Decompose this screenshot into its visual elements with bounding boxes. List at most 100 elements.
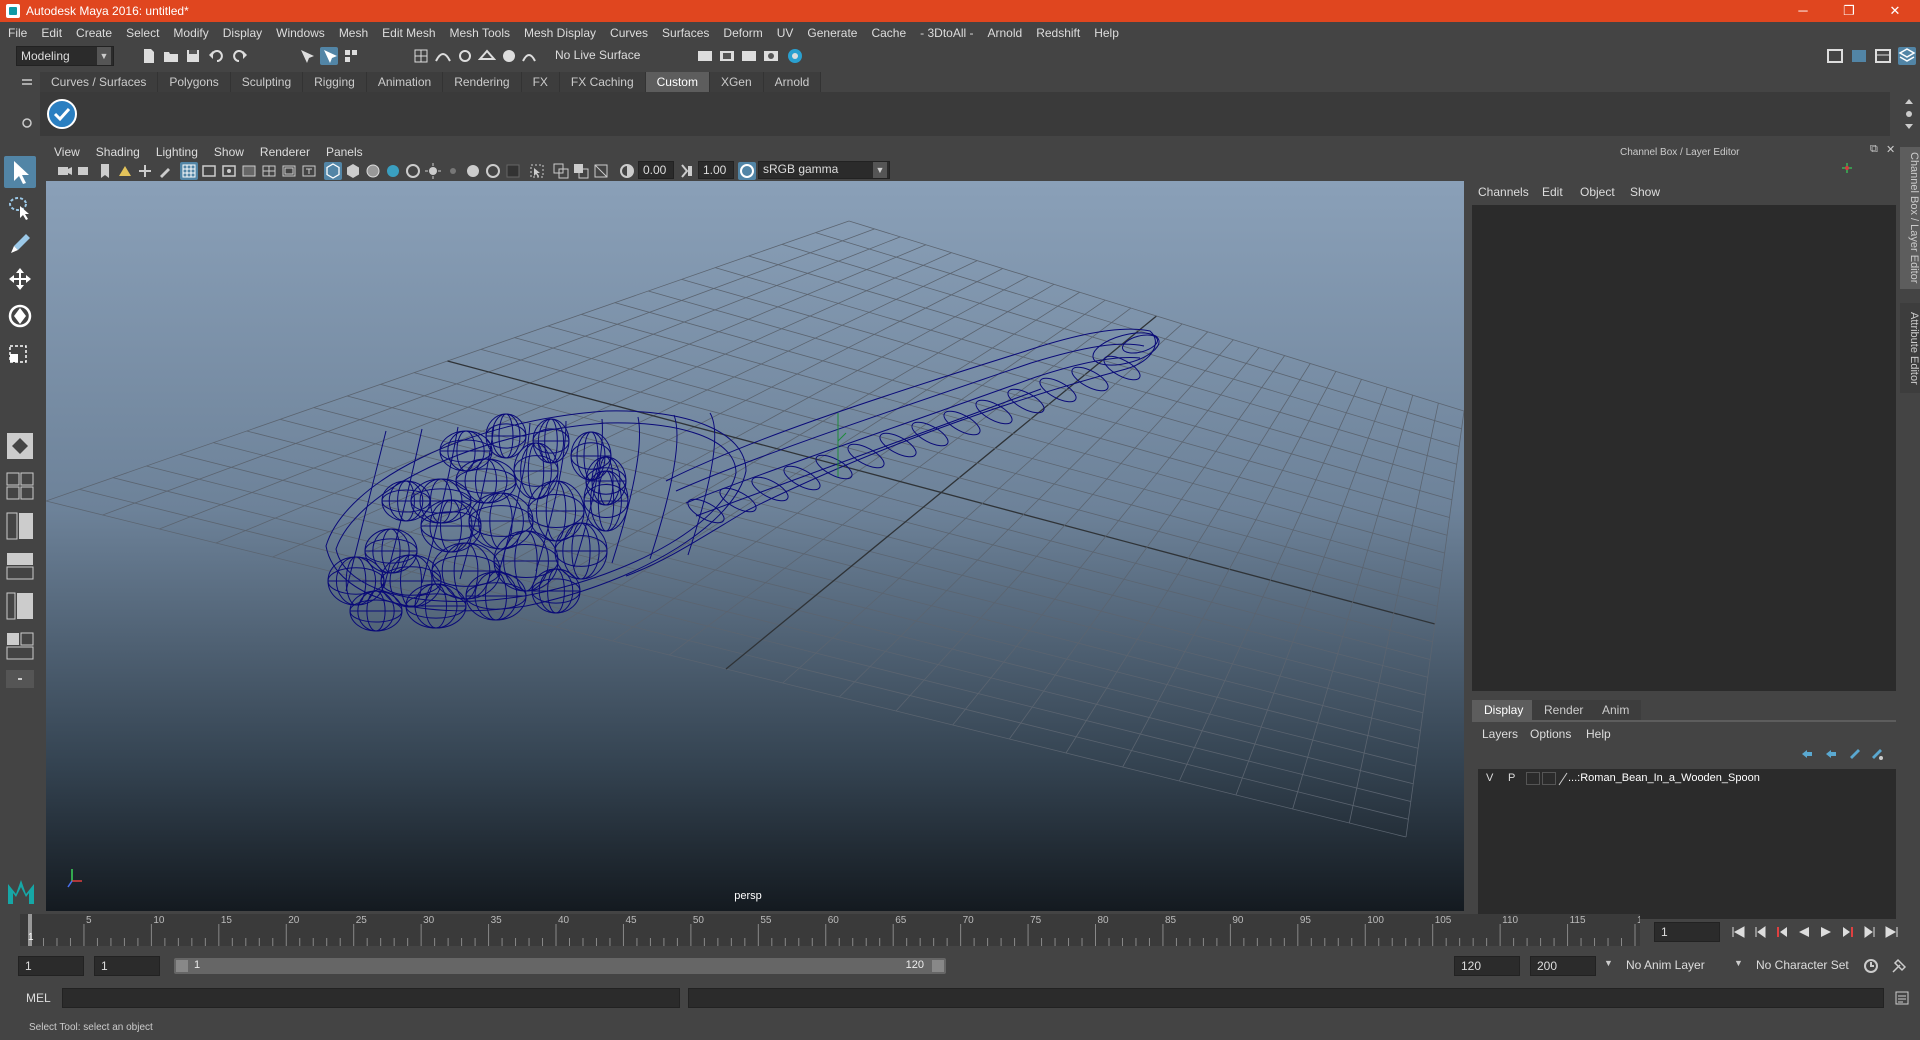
grid-toggle-icon[interactable]	[180, 162, 198, 180]
panel-menu-show[interactable]: Show	[214, 145, 244, 159]
new-layer-selected-icon[interactable]	[1870, 747, 1884, 761]
wireframe-shading-icon[interactable]	[324, 162, 342, 180]
screen-space-ao-icon[interactable]	[444, 162, 462, 180]
step-back-key-icon[interactable]	[1774, 924, 1790, 940]
shelf-tab-polygons[interactable]: Polygons	[158, 72, 231, 92]
menu-surfaces[interactable]: Surfaces	[662, 26, 717, 40]
panel-menu-lighting[interactable]: Lighting	[156, 145, 198, 159]
go-to-end-icon[interactable]	[1884, 924, 1900, 940]
snap-point-icon[interactable]	[456, 47, 474, 65]
image-plane-icon[interactable]	[116, 162, 134, 180]
lasso-tool-button[interactable]	[4, 192, 36, 224]
rotate-tool-button[interactable]	[4, 300, 36, 332]
play-forwards-icon[interactable]	[1818, 924, 1834, 940]
film-gate-icon[interactable]	[200, 162, 218, 180]
shelf-tab-curves-surfaces[interactable]: Curves / Surfaces	[40, 72, 159, 92]
undo-icon[interactable]	[208, 47, 226, 65]
select-hierarchy-icon[interactable]	[298, 47, 316, 65]
menu-display[interactable]: Display	[223, 26, 270, 40]
two-pane-layout-button[interactable]	[4, 470, 36, 502]
menu-mesh[interactable]: Mesh	[339, 26, 376, 40]
snap-grid-icon[interactable]	[412, 47, 430, 65]
menu-windows[interactable]: Windows	[276, 26, 333, 40]
paint-select-tool-button[interactable]	[4, 228, 36, 260]
layer-menu-help[interactable]: Help	[1586, 727, 1611, 741]
menu-edit-mesh[interactable]: Edit Mesh	[382, 26, 443, 40]
layer-color-swatch[interactable]	[1542, 772, 1556, 785]
shelf-tab-animation[interactable]: Animation	[366, 72, 444, 92]
menu-select[interactable]: Select	[126, 26, 167, 40]
shelf-tab-rendering[interactable]: Rendering	[443, 72, 522, 92]
scale-tool-button[interactable]	[4, 336, 36, 368]
playback-end-field[interactable]: 120	[1454, 956, 1520, 976]
attribute-editor-toggle-icon[interactable]	[1874, 47, 1892, 65]
anim-layer-dropdown[interactable]: No Anim Layer	[1620, 956, 1740, 976]
manipulator-icon[interactable]	[1840, 161, 1854, 175]
command-language-label[interactable]: MEL	[26, 991, 51, 1005]
ipr-render-icon[interactable]	[718, 47, 736, 65]
all-lights-icon[interactable]	[404, 162, 422, 180]
outliner-layout-button[interactable]	[4, 510, 36, 542]
redo-icon[interactable]	[230, 47, 248, 65]
menu-modify[interactable]: Modify	[173, 26, 216, 40]
exposure-icon[interactable]	[618, 162, 636, 180]
step-forward-key-icon[interactable]	[1840, 924, 1856, 940]
isolate-select-icon[interactable]	[528, 162, 546, 180]
layer-visibility-toggle[interactable]: V	[1486, 772, 1493, 784]
side-tab-channel-box[interactable]: Channel Box / Layer Editor	[1900, 147, 1920, 289]
hypershade-icon[interactable]	[762, 47, 780, 65]
panel-menu-view[interactable]: View	[54, 145, 80, 159]
quad-view-layout-button[interactable]	[4, 430, 36, 462]
modeling-toolkit-icon[interactable]	[1850, 47, 1868, 65]
safe-action-icon[interactable]	[280, 162, 298, 180]
cb-menu-object[interactable]: Object	[1580, 185, 1615, 199]
xray-icon[interactable]	[552, 162, 570, 180]
resolution-gate-icon[interactable]	[220, 162, 238, 180]
select-object-icon[interactable]	[320, 47, 338, 65]
graph-layout-button[interactable]	[4, 550, 36, 582]
smooth-shading-icon[interactable]	[344, 162, 362, 180]
grease-pencil-icon[interactable]	[156, 162, 174, 180]
minimize-button[interactable]: ─	[1780, 0, 1826, 22]
maximize-button[interactable]: ❐	[1826, 0, 1872, 22]
float-panel-icon[interactable]: ⧉	[1870, 143, 1878, 156]
xray-active-components-icon[interactable]	[572, 162, 590, 180]
time-slider-ruler[interactable]: 5 10 15 20 25 30 35 40 45 50 55 60 65 70 75 80 85 90 95 100…	[20, 914, 1654, 946]
layer-tab-display[interactable]: Display	[1472, 700, 1536, 720]
workspace-icon[interactable]	[1826, 47, 1844, 65]
layer-tab-anim[interactable]: Anim	[1590, 700, 1642, 720]
menu-mesh-tools[interactable]: Mesh Tools	[450, 26, 518, 40]
shelf-tab-fx-caching[interactable]: FX Caching	[559, 72, 646, 92]
layer-display-type[interactable]	[1526, 772, 1540, 785]
step-back-frame-icon[interactable]	[1752, 924, 1768, 940]
shelf-tab-custom[interactable]: Custom	[645, 72, 710, 92]
snap-view-plane-icon[interactable]	[478, 47, 496, 65]
menu-generate[interactable]: Generate	[807, 26, 865, 40]
layer-playback-toggle[interactable]: P	[1508, 772, 1515, 784]
shelf-tab-xgen[interactable]: XGen	[709, 72, 764, 92]
shelf-tab-arnold[interactable]: Arnold	[763, 72, 822, 92]
move-tool-button[interactable]	[4, 264, 36, 296]
time-slider[interactable]: 5 10 15 20 25 30 35 40 45 50 55 60 65 70 75 80 85 90 95 100…	[20, 914, 1654, 946]
menu-3dtoall[interactable]: - 3DtoAll -	[920, 26, 981, 40]
camera-attributes-icon[interactable]	[76, 162, 94, 180]
range-slider[interactable]: 1 120	[174, 958, 946, 974]
snap-live-icon[interactable]	[500, 47, 518, 65]
move-layer-down-icon[interactable]	[1824, 747, 1838, 761]
shelf-tab-sculpting[interactable]: Sculpting	[230, 72, 304, 92]
snap-curve-icon[interactable]	[434, 47, 452, 65]
layout-more-button[interactable]	[4, 668, 36, 690]
open-scene-icon[interactable]	[162, 47, 180, 65]
menu-create[interactable]: Create	[76, 26, 120, 40]
hypershade-layout-button[interactable]	[4, 630, 36, 662]
chevron-down-icon[interactable]: ▼	[1734, 958, 1743, 968]
menu-mesh-display[interactable]: Mesh Display	[524, 26, 604, 40]
close-panel-icon[interactable]: ✕	[1886, 143, 1895, 156]
render-current-frame-icon[interactable]	[696, 47, 714, 65]
cb-menu-edit[interactable]: Edit	[1542, 185, 1563, 199]
multisample-icon[interactable]	[484, 162, 502, 180]
go-to-start-icon[interactable]	[1730, 924, 1746, 940]
playback-start-field[interactable]: 1	[94, 956, 160, 976]
menu-arnold[interactable]: Arnold	[988, 26, 1031, 40]
select-camera-icon[interactable]	[56, 162, 74, 180]
